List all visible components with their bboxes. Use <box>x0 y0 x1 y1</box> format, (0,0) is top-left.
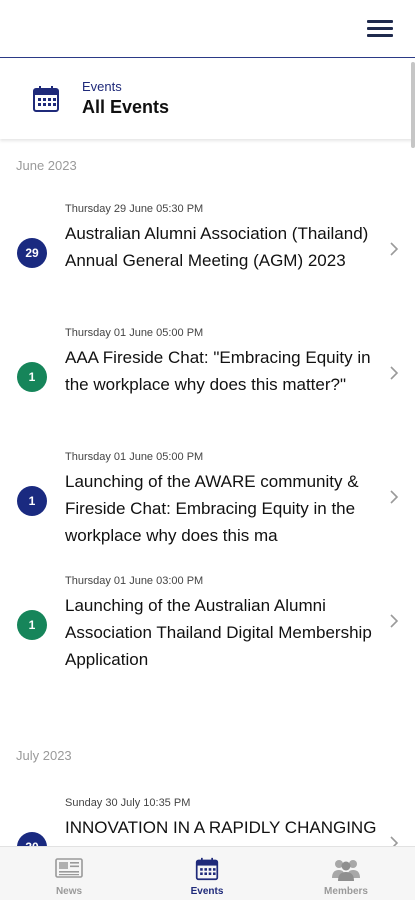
event-day-badge: 29 <box>17 238 47 268</box>
newspaper-icon <box>55 858 83 878</box>
page-header: Events All Events <box>0 59 415 139</box>
chevron-right-icon <box>390 490 399 504</box>
event-title: Launching of the Australian Alumni Assoc… <box>65 596 372 669</box>
event-day-badge: 1 <box>17 362 47 392</box>
month-header: June 2023 <box>16 158 77 173</box>
month-header: July 2023 <box>16 748 72 763</box>
events-list: June 2023 Thursday 29 June 05:30 PM Aust… <box>0 140 415 846</box>
people-icon <box>332 860 360 881</box>
event-title: INNOVATION IN A RAPIDLY CHANGING WORLD S… <box>65 818 377 846</box>
tab-label: Events <box>190 886 224 897</box>
page-title: All Events <box>82 97 170 117</box>
event-item[interactable]: Thursday 29 June 05:30 PM Australian Alu… <box>0 194 415 318</box>
event-date: Thursday 29 June 05:30 PM <box>65 203 204 215</box>
scrollbar[interactable] <box>411 62 415 148</box>
chevron-right-icon <box>390 836 399 846</box>
event-day-badge: 30 <box>17 832 47 846</box>
event-title: Launching of the AWARE community & Fires… <box>65 472 359 545</box>
event-date: Thursday 01 June 05:00 PM <box>65 451 204 463</box>
tab-label: News <box>55 886 83 897</box>
event-item[interactable]: Thursday 01 June 05:00 PM AAA Fireside C… <box>0 318 415 442</box>
bottom-navigation: News Events Members <box>0 846 415 900</box>
top-app-bar <box>0 0 415 58</box>
tab-events[interactable]: Events <box>138 847 276 900</box>
event-date: Sunday 30 July 10:35 PM <box>65 797 191 809</box>
event-date: Thursday 01 June 03:00 PM <box>65 575 204 587</box>
chevron-right-icon <box>390 242 399 256</box>
event-item[interactable]: Sunday 30 July 10:35 PM INNOVATION IN A … <box>0 788 415 846</box>
event-item[interactable]: Thursday 01 June 05:00 PM Launching of t… <box>0 442 415 566</box>
event-title: Australian Alumni Association (Thailand)… <box>65 224 369 270</box>
chevron-right-icon <box>390 614 399 628</box>
calendar-icon <box>33 86 59 112</box>
event-date: Thursday 01 June 05:00 PM <box>65 327 204 339</box>
event-item[interactable]: Thursday 01 June 03:00 PM Launching of t… <box>0 566 415 690</box>
event-day-badge: 1 <box>17 486 47 516</box>
event-day-badge: 1 <box>17 610 47 640</box>
tab-members[interactable]: Members <box>277 847 415 900</box>
hamburger-menu-icon[interactable] <box>367 18 393 40</box>
tab-news[interactable]: News <box>0 847 138 900</box>
tab-label: Members <box>324 886 368 897</box>
event-title: AAA Fireside Chat: "Embracing Equity in … <box>65 348 371 394</box>
chevron-right-icon <box>390 366 399 380</box>
page-subtitle: Events <box>82 79 122 94</box>
calendar-icon <box>195 857 219 881</box>
